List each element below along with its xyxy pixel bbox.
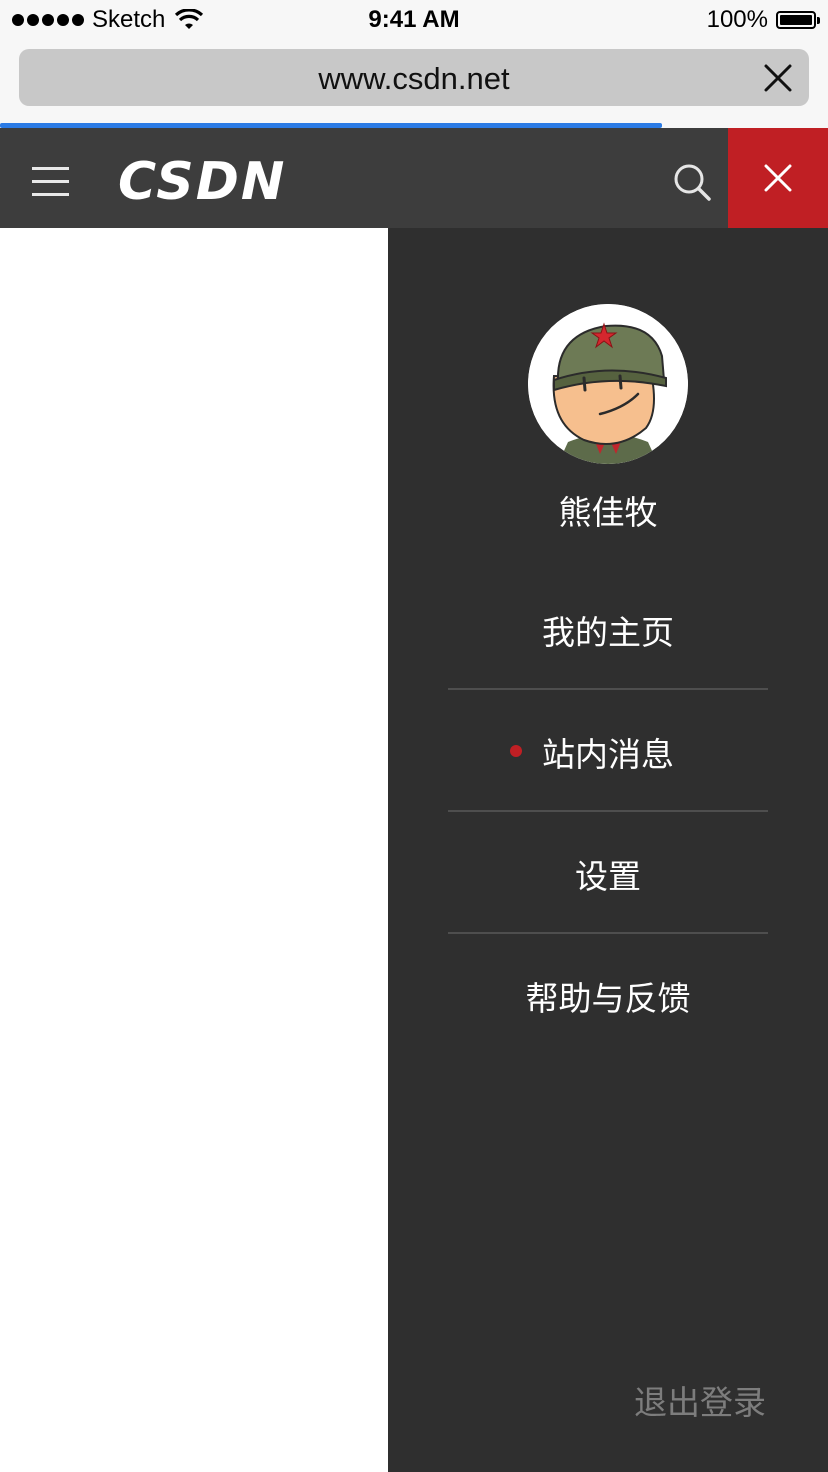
browser-chrome: www.csdn.net xyxy=(0,40,828,128)
url-text[interactable]: www.csdn.net xyxy=(19,61,809,97)
search-icon[interactable] xyxy=(672,162,712,202)
logout-link[interactable]: 退出登录 xyxy=(634,1376,766,1424)
site-header: CSDN xyxy=(0,128,828,228)
menu-item-help-feedback[interactable]: 帮助与反馈 xyxy=(448,934,768,1056)
battery-percent: 100% xyxy=(706,6,768,33)
menu-item-label[interactable]: 站内消息 xyxy=(448,728,768,776)
close-menu-button[interactable] xyxy=(728,128,828,228)
close-icon[interactable] xyxy=(764,164,792,192)
csdn-logo[interactable]: CSDN xyxy=(118,152,286,212)
menu-item-settings[interactable]: 设置 xyxy=(448,812,768,934)
menu-item-messages[interactable]: 站内消息 xyxy=(448,690,768,812)
battery-icon xyxy=(776,11,820,29)
status-bar: Sketch 9:41 AM 100% xyxy=(0,0,828,40)
address-bar[interactable]: www.csdn.net xyxy=(19,49,809,106)
battery-fill xyxy=(780,15,812,25)
close-icon[interactable] xyxy=(761,61,795,95)
battery-group: 100% xyxy=(706,6,820,34)
clock: 9:41 AM xyxy=(368,6,460,33)
menu-item-label[interactable]: 帮助与反馈 xyxy=(448,972,768,1020)
avatar-image xyxy=(528,304,688,464)
menu-item-label[interactable]: 设置 xyxy=(448,850,768,898)
side-drawer: 熊佳牧 我的主页 站内消息 设置 帮助与反馈 退出登录 xyxy=(388,228,828,1472)
avatar[interactable] xyxy=(528,304,688,464)
username[interactable]: 熊佳牧 xyxy=(388,486,828,534)
hamburger-icon[interactable] xyxy=(32,167,69,197)
menu-item-my-homepage[interactable]: 我的主页 xyxy=(448,568,768,690)
menu-item-label[interactable]: 我的主页 xyxy=(448,606,768,654)
